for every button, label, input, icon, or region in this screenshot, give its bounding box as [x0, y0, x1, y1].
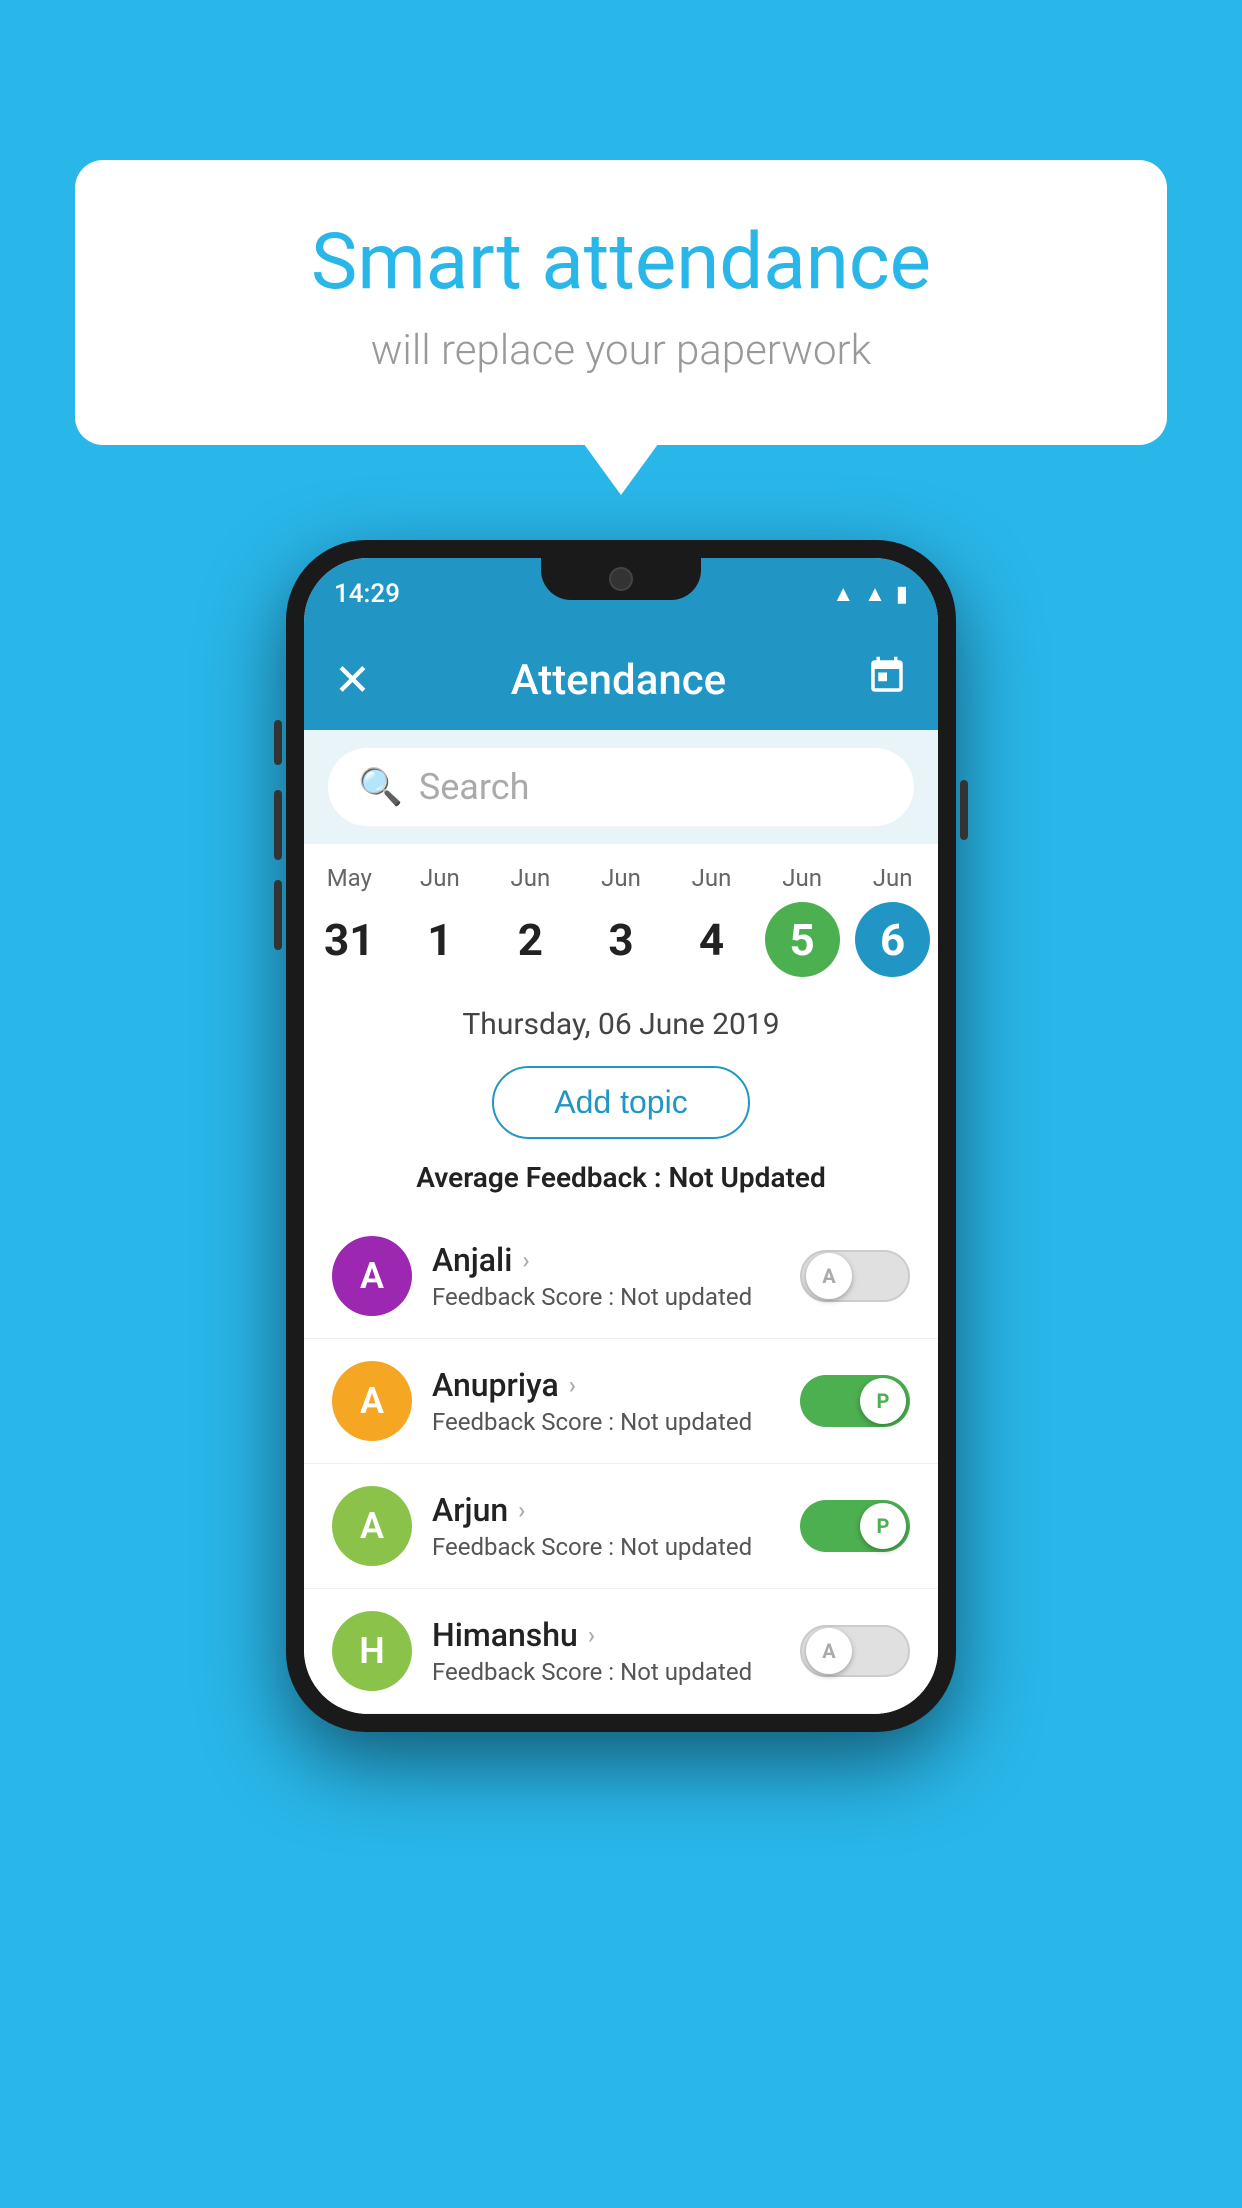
toggle-thumb-anjali: A [806, 1253, 852, 1299]
day-month-2: Jun [511, 864, 551, 892]
wifi-icon: ▲ [832, 581, 854, 607]
day-month-1: Jun [420, 864, 460, 892]
phone-camera [609, 567, 633, 591]
calendar-day-6[interactable]: Jun 6 [850, 864, 935, 977]
status-time: 14:29 [334, 579, 400, 609]
student-name-anjali: Anjali › [432, 1241, 780, 1279]
day-month-3: Jun [601, 864, 641, 892]
phone-screen: 14:29 ▲ ▲ ▮ ✕ Attendance [304, 558, 938, 1714]
student-name-arjun: Arjun › [432, 1491, 780, 1529]
student-feedback-anupriya: Feedback Score : Not updated [432, 1408, 780, 1436]
calendar-day-4[interactable]: Jun 4 [669, 864, 754, 977]
speech-bubble-title: Smart attendance [155, 220, 1087, 306]
power-button [960, 780, 968, 840]
day-month-6: Jun [873, 864, 913, 892]
speech-bubble-container: Smart attendance will replace your paper… [75, 160, 1167, 445]
calendar-day-1[interactable]: Jun 1 [397, 864, 482, 977]
student-feedback-arjun: Feedback Score : Not updated [432, 1533, 780, 1561]
battery-icon: ▮ [896, 582, 908, 607]
volume-down-button [274, 880, 282, 950]
search-bar[interactable]: 🔍 Search [328, 748, 914, 826]
calendar-day-2[interactable]: Jun 2 [488, 864, 573, 977]
add-topic-button[interactable]: Add topic [492, 1066, 749, 1139]
student-item-anjali[interactable]: A Anjali › Feedback Score : Not updated … [304, 1214, 938, 1339]
calendar-strip: May 31 Jun 1 Jun 2 Jun 3 Jun 4 [304, 844, 938, 987]
chevron-right-icon: › [518, 1496, 525, 1524]
attendance-toggle-arjun[interactable]: P [800, 1500, 910, 1552]
chevron-right-icon: › [569, 1371, 576, 1399]
mute-button [274, 720, 282, 765]
add-topic-container: Add topic [304, 1056, 938, 1161]
calendar-day-3[interactable]: Jun 3 [578, 864, 663, 977]
day-number-1: 1 [402, 902, 477, 977]
avatar-anjali: A [332, 1236, 412, 1316]
student-info-himanshu: Himanshu › Feedback Score : Not updated [432, 1616, 780, 1686]
page-title: Attendance [511, 656, 726, 705]
chevron-right-icon: › [522, 1246, 529, 1274]
date-display: Thursday, 06 June 2019 [304, 987, 938, 1056]
search-container: 🔍 Search [304, 730, 938, 844]
phone-mockup: 14:29 ▲ ▲ ▮ ✕ Attendance [286, 540, 956, 1732]
day-number-6: 6 [855, 902, 930, 977]
student-list: A Anjali › Feedback Score : Not updated … [304, 1214, 938, 1714]
attendance-toggle-anjali[interactable]: A [800, 1250, 910, 1302]
student-item-anupriya[interactable]: A Anupriya › Feedback Score : Not update… [304, 1339, 938, 1464]
day-number-5: 5 [765, 902, 840, 977]
student-item-himanshu[interactable]: H Himanshu › Feedback Score : Not update… [304, 1589, 938, 1714]
calendar-day-5[interactable]: Jun 5 [760, 864, 845, 977]
student-feedback-himanshu: Feedback Score : Not updated [432, 1658, 780, 1686]
speech-bubble: Smart attendance will replace your paper… [75, 160, 1167, 445]
phone-notch [541, 558, 701, 600]
day-number-3: 3 [583, 902, 658, 977]
attendance-toggle-anupriya[interactable]: P [800, 1375, 910, 1427]
close-button[interactable]: ✕ [334, 658, 371, 702]
toggle-thumb-himanshu: A [806, 1628, 852, 1674]
status-icons: ▲ ▲ ▮ [832, 581, 908, 607]
student-info-anupriya: Anupriya › Feedback Score : Not updated [432, 1366, 780, 1436]
calendar-day-0[interactable]: May 31 [307, 864, 392, 977]
toggle-thumb-anupriya: P [860, 1378, 906, 1424]
day-month-4: Jun [692, 864, 732, 892]
average-feedback: Average Feedback : Not Updated [304, 1161, 938, 1214]
day-number-2: 2 [493, 902, 568, 977]
search-icon: 🔍 [358, 766, 403, 808]
day-number-4: 4 [674, 902, 749, 977]
day-number-0: 31 [312, 902, 387, 977]
avatar-arjun: A [332, 1486, 412, 1566]
avg-feedback-value: Not Updated [669, 1161, 826, 1194]
attendance-toggle-himanshu[interactable]: A [800, 1625, 910, 1677]
calendar-icon[interactable] [866, 655, 908, 706]
toggle-thumb-arjun: P [860, 1503, 906, 1549]
avatar-anupriya: A [332, 1361, 412, 1441]
signal-icon: ▲ [864, 581, 886, 607]
day-month-5: Jun [782, 864, 822, 892]
phone-outer: 14:29 ▲ ▲ ▮ ✕ Attendance [286, 540, 956, 1732]
student-info-anjali: Anjali › Feedback Score : Not updated [432, 1241, 780, 1311]
app-header: ✕ Attendance [304, 630, 938, 730]
day-month-0: May [327, 864, 372, 892]
search-input[interactable]: Search [419, 766, 530, 808]
speech-bubble-subtitle: will replace your paperwork [155, 326, 1087, 375]
avatar-himanshu: H [332, 1611, 412, 1691]
student-name-himanshu: Himanshu › [432, 1616, 780, 1654]
chevron-right-icon: › [588, 1621, 595, 1649]
student-name-anupriya: Anupriya › [432, 1366, 780, 1404]
avg-feedback-label: Average Feedback : [416, 1161, 668, 1194]
student-feedback-anjali: Feedback Score : Not updated [432, 1283, 780, 1311]
student-info-arjun: Arjun › Feedback Score : Not updated [432, 1491, 780, 1561]
volume-up-button [274, 790, 282, 860]
student-item-arjun[interactable]: A Arjun › Feedback Score : Not updated P [304, 1464, 938, 1589]
